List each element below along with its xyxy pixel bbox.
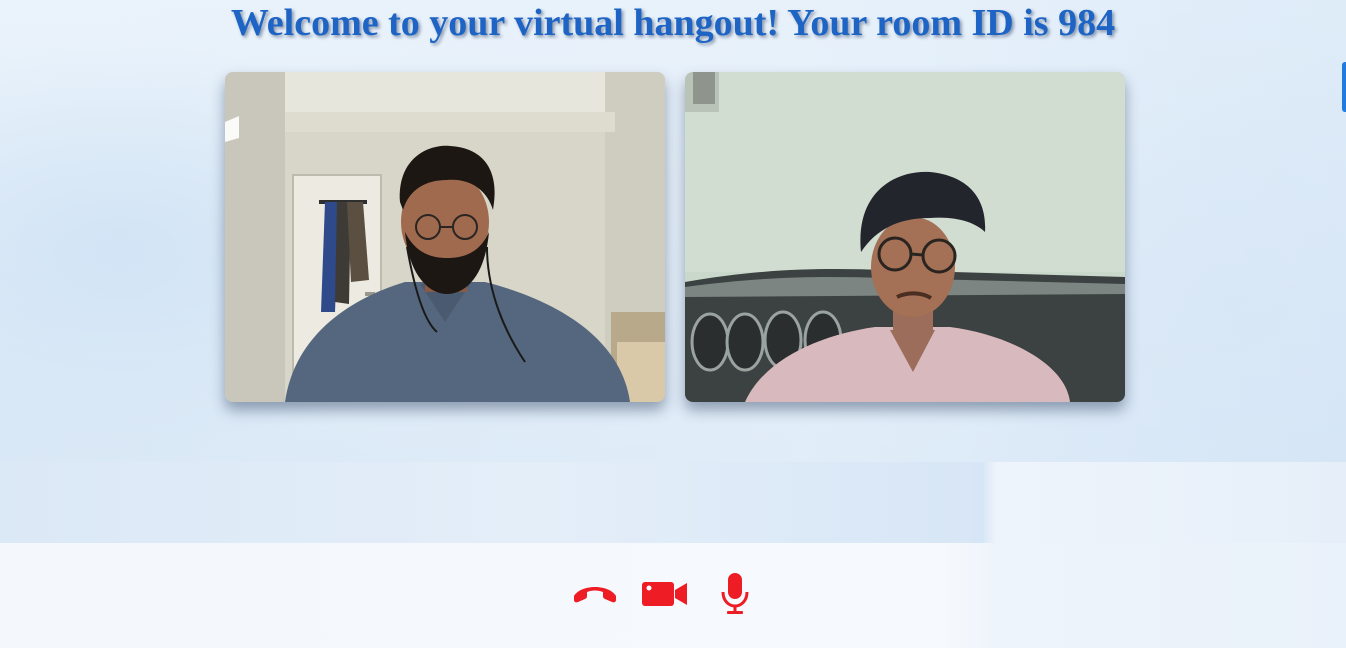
video-feed-local: [225, 72, 665, 402]
phone-hangup-icon: [571, 572, 619, 616]
hangup-button[interactable]: [571, 572, 619, 616]
microphone-icon: [719, 572, 751, 616]
camera-toggle-button[interactable]: [641, 572, 689, 616]
video-tile-remote: [685, 72, 1125, 402]
video-feed-remote: [685, 72, 1125, 402]
page-title: Welcome to your virtual hangout! Your ro…: [230, 2, 1116, 44]
background-band: [0, 462, 1346, 544]
video-camera-icon: [641, 572, 689, 616]
microphone-toggle-button[interactable]: [719, 572, 751, 616]
video-tile-local: [225, 72, 665, 402]
side-panel-tab[interactable]: [1342, 62, 1346, 112]
